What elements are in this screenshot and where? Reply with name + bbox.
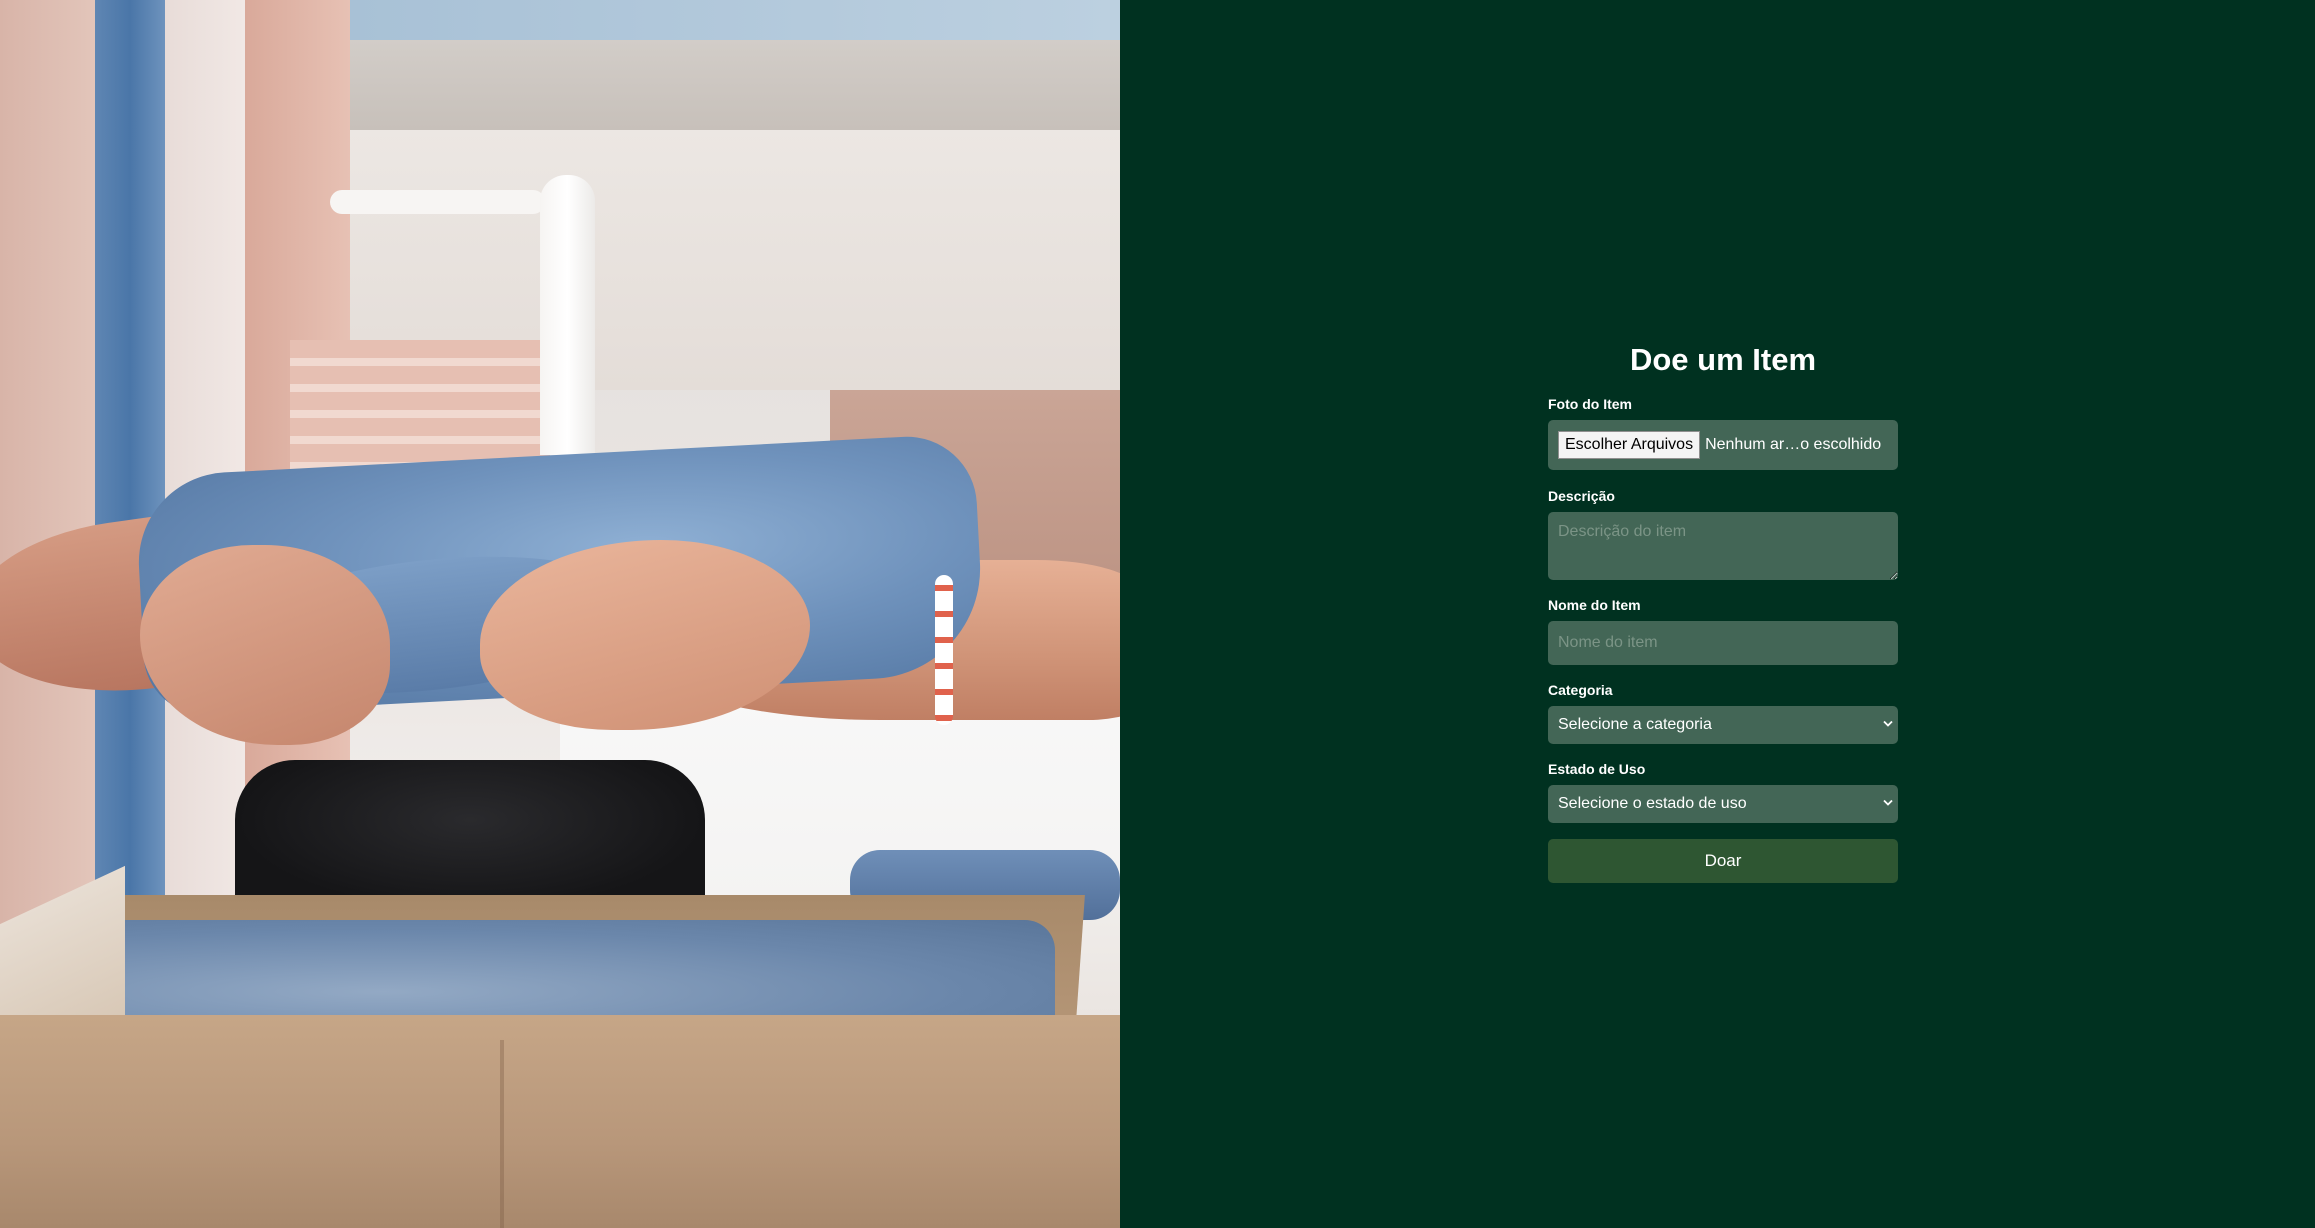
photo-wall [0, 0, 100, 960]
donate-button[interactable]: Doar [1548, 839, 1898, 883]
donation-photo [0, 0, 1120, 1228]
file-status: Nenhum ar…o escolhido [1705, 436, 1882, 453]
photo-bracelet [935, 575, 953, 725]
photo-label: Foto do Item [1548, 396, 1632, 412]
item-name-field[interactable] [1548, 621, 1898, 665]
form-panel: Doe um Item Foto do Item Escolher Arquiv… [1120, 0, 2315, 1228]
chevron-down-icon [1883, 799, 1893, 806]
photo-dark-object [235, 760, 705, 910]
photo-sky [350, 0, 1120, 40]
item-name-label: Nome do Item [1548, 597, 1641, 613]
page: Doe um Item Foto do Item Escolher Arquiv… [0, 0, 2315, 1228]
form-title: Doe um Item [1629, 342, 1817, 377]
chevron-down-icon [1883, 720, 1893, 727]
condition-label: Estado de Uso [1548, 761, 1646, 777]
description-label: Descrição [1548, 488, 1615, 504]
photo-box-front [0, 1015, 1120, 1228]
photo-roof [350, 40, 1120, 130]
photo-stairs [290, 340, 550, 470]
category-selected-value: Selecione a categoria [1558, 716, 1712, 733]
category-select[interactable]: Selecione a categoria [1548, 706, 1898, 744]
photo-file-input[interactable]: Escolher Arquivos Nenhum ar…o escolhido [1548, 420, 1898, 470]
photo-railing [540, 175, 595, 455]
choose-files-button[interactable]: Escolher Arquivos [1558, 431, 1701, 459]
condition-select[interactable]: Selecione o estado de uso [1548, 785, 1898, 823]
photo-railing [330, 190, 545, 214]
description-field[interactable] [1548, 512, 1898, 580]
photo-box-crease [500, 1040, 504, 1228]
donation-form: Doe um Item Foto do Item Escolher Arquiv… [1548, 340, 1898, 883]
photo-pillar [95, 0, 165, 900]
condition-selected-value: Selecione o estado de uso [1558, 795, 1747, 812]
photo-pillar [165, 0, 245, 900]
category-label: Categoria [1548, 682, 1613, 698]
